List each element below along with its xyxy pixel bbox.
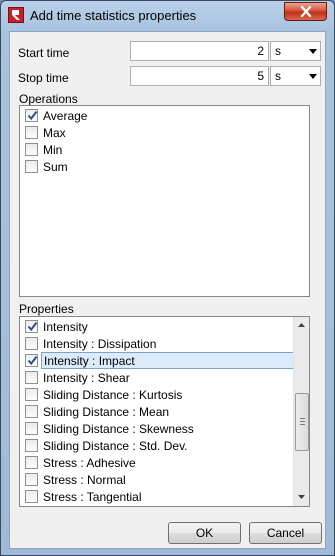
checkbox[interactable] bbox=[25, 371, 38, 384]
window-title: Add time statistics properties bbox=[30, 8, 197, 23]
checkbox[interactable] bbox=[25, 109, 38, 122]
start-time-input[interactable]: 2 bbox=[130, 41, 269, 61]
scroll-down-button[interactable] bbox=[294, 489, 309, 506]
dialog-window: Add time statistics properties Start tim… bbox=[0, 0, 335, 556]
check-icon bbox=[27, 355, 38, 366]
stop-time-unit-value: s bbox=[275, 69, 281, 83]
checkbox[interactable] bbox=[25, 405, 38, 418]
property-item[interactable]: Stress : Tangential bbox=[20, 488, 309, 505]
properties-scrollbar[interactable] bbox=[293, 317, 309, 506]
property-item[interactable]: Intensity bbox=[20, 318, 309, 335]
checkbox[interactable] bbox=[25, 456, 38, 469]
checkbox[interactable] bbox=[25, 473, 38, 486]
operation-item-label: Average bbox=[43, 109, 88, 123]
close-icon bbox=[300, 6, 312, 17]
property-item[interactable]: Intensity : Dissipation bbox=[20, 335, 309, 352]
checkbox[interactable] bbox=[25, 143, 38, 156]
operation-item-label: Min bbox=[43, 143, 63, 157]
property-item[interactable]: Sliding Distance : Std. Dev. bbox=[20, 437, 309, 454]
checkbox[interactable] bbox=[25, 490, 38, 503]
check-icon bbox=[27, 321, 38, 332]
checkbox[interactable] bbox=[25, 320, 38, 333]
operation-item[interactable]: Max bbox=[20, 124, 309, 141]
property-item[interactable]: Intensity : Shear bbox=[20, 369, 309, 386]
chevron-down-icon bbox=[309, 49, 317, 54]
dialog-body: Start time 2 s Stop time 5 s Operations … bbox=[9, 31, 326, 549]
properties-label: Properties bbox=[19, 302, 74, 316]
property-item[interactable]: Intensity : Impact bbox=[20, 352, 309, 369]
checkbox[interactable] bbox=[25, 388, 38, 401]
chevron-down-icon bbox=[298, 495, 305, 499]
operation-item[interactable]: Sum bbox=[20, 158, 309, 175]
stop-time-unit-select[interactable]: s bbox=[270, 66, 321, 86]
start-time-unit-select[interactable]: s bbox=[270, 41, 321, 61]
property-item-label: Intensity bbox=[43, 320, 88, 334]
stop-time-label: Stop time bbox=[18, 71, 69, 85]
property-item-label: Stress : Tangential bbox=[43, 490, 142, 504]
property-item-label: Intensity : Dissipation bbox=[43, 337, 157, 351]
start-time-unit-value: s bbox=[275, 44, 281, 58]
chevron-up-icon bbox=[298, 323, 305, 327]
scroll-up-button[interactable] bbox=[294, 317, 309, 334]
stop-time-input[interactable]: 5 bbox=[130, 66, 269, 86]
property-item-label: Stress : Normal bbox=[43, 473, 126, 487]
checkbox[interactable] bbox=[25, 160, 38, 173]
operation-item-label: Max bbox=[43, 126, 66, 140]
property-item[interactable]: Stress : Adhesive bbox=[20, 454, 309, 471]
property-item-label: Sliding Distance : Std. Dev. bbox=[43, 439, 188, 453]
property-item[interactable]: Sliding Distance : Kurtosis bbox=[20, 386, 309, 403]
close-button[interactable] bbox=[284, 2, 327, 21]
properties-list[interactable]: Stress : Tangential Stress : Normal Stress… bbox=[19, 316, 310, 507]
checkbox[interactable] bbox=[25, 337, 38, 350]
operations-label: Operations bbox=[19, 92, 78, 106]
app-logo-icon bbox=[8, 7, 24, 23]
check-icon bbox=[27, 110, 38, 121]
scroll-thumb[interactable] bbox=[295, 393, 309, 451]
start-time-label: Start time bbox=[18, 46, 70, 60]
property-item-label: Sliding Distance : Kurtosis bbox=[43, 388, 183, 402]
property-item-label: Sliding Distance : Mean bbox=[43, 405, 170, 419]
checkbox[interactable] bbox=[25, 439, 38, 452]
property-item-label: Intensity : Impact bbox=[41, 352, 298, 369]
checkbox[interactable] bbox=[25, 126, 38, 139]
checkbox[interactable] bbox=[25, 422, 38, 435]
property-item[interactable]: Stress : Normal bbox=[20, 471, 309, 488]
chevron-down-icon bbox=[309, 74, 317, 79]
title-bar[interactable]: Add time statistics properties bbox=[1, 1, 334, 31]
operation-item[interactable]: Min bbox=[20, 141, 309, 158]
cancel-button[interactable]: Cancel bbox=[249, 522, 322, 544]
ok-button[interactable]: OK bbox=[168, 522, 241, 544]
property-item-label: Intensity : Shear bbox=[43, 371, 130, 385]
property-item[interactable]: Sliding Distance : Mean bbox=[20, 403, 309, 420]
property-item-label: Sliding Distance : Skewness bbox=[43, 422, 194, 436]
property-item[interactable]: Sliding Distance : Skewness bbox=[20, 420, 309, 437]
operation-item-label: Sum bbox=[43, 160, 68, 174]
property-item-label: Stress : Adhesive bbox=[43, 456, 136, 470]
operation-item[interactable]: Average bbox=[20, 107, 309, 124]
checkbox[interactable] bbox=[25, 354, 38, 367]
operations-list[interactable]: Sum Min Max Average bbox=[19, 105, 310, 297]
